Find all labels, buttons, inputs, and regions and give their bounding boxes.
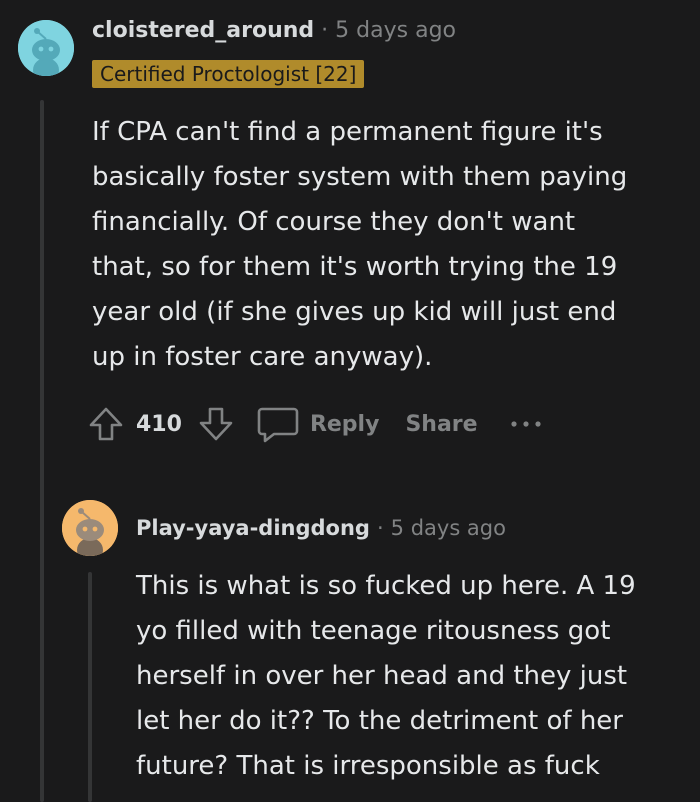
- share-button[interactable]: Share: [405, 412, 477, 437]
- comment-body: This is what is so fucked up here. A 19 …: [136, 571, 636, 781]
- downvote-icon[interactable]: [196, 404, 236, 444]
- meta-separator: ·: [321, 18, 329, 43]
- comment-meta: Play-yaya-dingdong · 5 days ago: [136, 516, 506, 540]
- username[interactable]: cloistered_around: [92, 18, 314, 43]
- comment-meta: cloistered_around · 5 days ago: [92, 18, 456, 43]
- comment-thread: cloistered_around · 5 days ago Certified…: [0, 0, 700, 802]
- meta-separator: ·: [376, 516, 384, 540]
- reply-button[interactable]: Reply: [310, 412, 380, 437]
- upvote-icon[interactable]: [86, 404, 126, 444]
- comment-bubble-icon[interactable]: [256, 404, 300, 444]
- thread-line[interactable]: [40, 100, 44, 802]
- snoo-avatar-icon: [62, 500, 118, 556]
- user-flair: Certified Proctologist [22]: [92, 60, 365, 88]
- snoo-avatar-icon: [18, 20, 74, 76]
- comment-actions: 410 Reply Share: [86, 402, 544, 446]
- user-avatar[interactable]: [62, 500, 118, 556]
- user-avatar[interactable]: [18, 20, 74, 76]
- more-options-icon[interactable]: [508, 418, 544, 430]
- comment-body: If CPA can't find a permanent figure it'…: [92, 117, 628, 372]
- username[interactable]: Play-yaya-dingdong: [136, 516, 370, 540]
- thread-line[interactable]: [88, 572, 92, 802]
- timestamp[interactable]: 5 days ago: [391, 516, 506, 540]
- vote-score: 410: [136, 411, 182, 437]
- timestamp[interactable]: 5 days ago: [335, 18, 456, 43]
